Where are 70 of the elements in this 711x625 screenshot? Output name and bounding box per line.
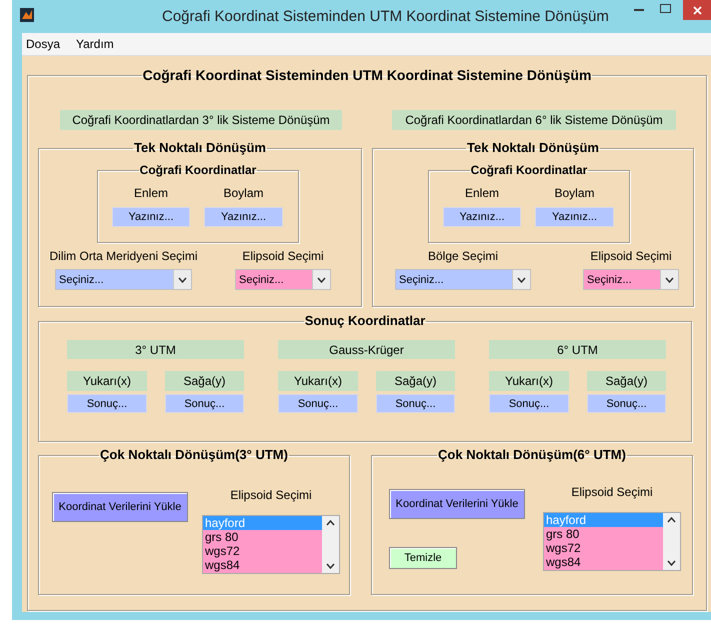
text-field[interactable]: Yazınız... bbox=[535, 207, 614, 227]
app-logo-icon bbox=[20, 8, 34, 22]
maximize-icon bbox=[660, 4, 670, 12]
field-label: Boylam bbox=[223, 186, 264, 200]
menu-item[interactable]: Dosya bbox=[22, 37, 64, 51]
chevron-down-icon bbox=[326, 563, 335, 569]
group-title: Çok Noktalı Dönüşüm(3° UTM) bbox=[100, 447, 288, 463]
column-header: 3° UTM bbox=[67, 340, 244, 359]
list-item[interactable]: grs 80 bbox=[203, 530, 322, 544]
window-title: Coğrafi Koordinat Sisteminden UTM Koordinat Sistemine Dönüşüm bbox=[162, 8, 609, 25]
minimize-icon bbox=[634, 9, 644, 11]
chevron-down-icon bbox=[317, 276, 326, 282]
scrollbar[interactable] bbox=[322, 516, 339, 573]
scrollbar[interactable] bbox=[663, 513, 680, 570]
dropdown-field[interactable]: Seçiniz... bbox=[395, 269, 531, 290]
list-item[interactable]: wgs72 bbox=[203, 544, 322, 558]
text-field[interactable]: Yazınız... bbox=[204, 207, 283, 227]
group-title: Tek Noktalı Dönüşüm bbox=[467, 140, 599, 156]
load-data-button[interactable]: Koordinat Verilerini Yükle bbox=[52, 492, 188, 522]
result-field[interactable]: Sonuç... bbox=[376, 394, 455, 413]
load-data-button[interactable]: Koordinat Verilerini Yükle bbox=[389, 489, 525, 519]
chevron-down-icon bbox=[665, 276, 674, 282]
close-icon bbox=[692, 6, 702, 14]
section-label: Coğrafi Koordinatlardan 3° lik Sisteme Dönüşüm bbox=[60, 110, 342, 130]
chevron-up-icon bbox=[326, 520, 335, 526]
group-title: Çok Noktalı Dönüşüm(6° UTM) bbox=[438, 447, 626, 463]
result-field[interactable]: Sonuç... bbox=[489, 394, 569, 413]
field-label: Dilim Orta Meridyeni Seçimi bbox=[49, 249, 198, 263]
result-field[interactable]: Sonuç... bbox=[278, 394, 358, 413]
chevron-up-icon bbox=[667, 517, 676, 523]
field-label: Enlem bbox=[464, 186, 499, 200]
group-title: Coğrafi Koordinatlar bbox=[470, 163, 588, 177]
chevron-down-icon bbox=[667, 560, 676, 566]
field-label: Sağa(y) bbox=[165, 371, 244, 391]
field-label: Elipsoid Seçimi bbox=[242, 249, 324, 263]
field-label: Yukarı(x) bbox=[67, 371, 147, 391]
field-label: Bölge Seçimi bbox=[428, 249, 498, 263]
field-label: Elipsoid Seçimi bbox=[230, 488, 312, 502]
chevron-down-icon bbox=[178, 276, 187, 282]
field-label: Elipsoid Seçimi bbox=[590, 249, 672, 263]
text-field[interactable]: Yazınız... bbox=[443, 207, 521, 227]
close-button[interactable] bbox=[683, 0, 711, 20]
text-field[interactable]: Yazınız... bbox=[112, 207, 190, 227]
field-label: Yukarı(x) bbox=[489, 371, 569, 391]
result-field[interactable]: Sonuç... bbox=[67, 394, 147, 413]
dropdown-field[interactable]: Seçiniz... bbox=[583, 269, 679, 290]
column-header: Gauss-Krüger bbox=[278, 340, 455, 359]
clear-button[interactable]: Temizle bbox=[389, 547, 457, 569]
group-title: Coğrafi Koordinatlar bbox=[140, 163, 256, 177]
list-item[interactable]: wgs84 bbox=[544, 555, 663, 569]
list-item[interactable]: grs 80 bbox=[544, 527, 663, 541]
section-label: Coğrafi Koordinatlardan 6° lik Sisteme Dönüşüm bbox=[392, 110, 676, 130]
result-field[interactable]: Sonuç... bbox=[165, 394, 244, 413]
group-title: Sonuç Koordinatlar bbox=[304, 313, 426, 329]
field-label: Boylam bbox=[554, 186, 594, 200]
field-label: Enlem bbox=[134, 186, 168, 200]
column-header: 6° UTM bbox=[489, 340, 666, 359]
field-label: Elipsoid Seçimi bbox=[571, 485, 653, 499]
menu-item[interactable]: Yardım bbox=[72, 37, 118, 51]
panel-title: Coğrafi Koordinat Sisteminden UTM Koordinat Sistemine Dönüşüm bbox=[142, 66, 592, 84]
list-item[interactable]: wgs84 bbox=[203, 558, 322, 572]
result-field[interactable]: Sonuç... bbox=[587, 394, 666, 413]
dropdown-field[interactable]: Seçiniz... bbox=[235, 269, 331, 290]
field-label: Yukarı(x) bbox=[278, 371, 358, 391]
field-label: Sağa(y) bbox=[376, 371, 455, 391]
chevron-down-icon bbox=[517, 276, 526, 282]
field-label: Sağa(y) bbox=[587, 371, 666, 391]
group-title: Tek Noktalı Dönüşüm bbox=[134, 140, 266, 156]
dropdown-field[interactable]: Seçiniz... bbox=[55, 269, 192, 290]
list-item[interactable]: wgs72 bbox=[544, 541, 663, 555]
